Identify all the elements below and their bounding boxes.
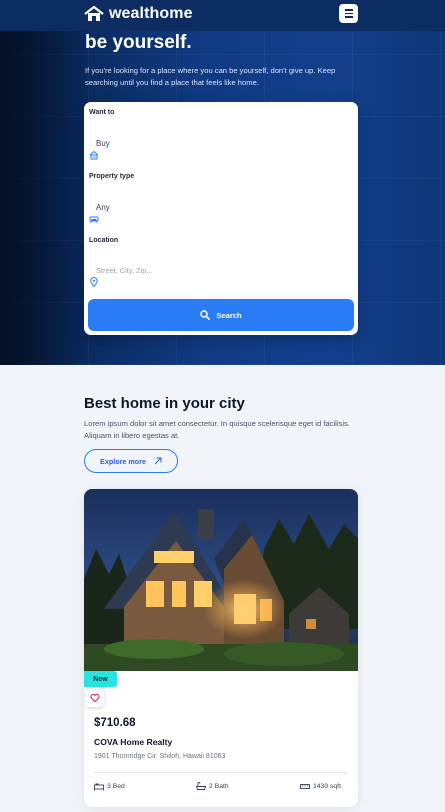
baths-stat: 2 Bath xyxy=(196,782,229,791)
ruler-icon xyxy=(300,784,310,789)
location-label: Location xyxy=(89,237,119,244)
section-title: Best home in your city xyxy=(84,395,245,412)
menu-bar xyxy=(344,16,353,18)
map-pin-icon xyxy=(90,277,98,287)
home-money-icon xyxy=(89,150,99,160)
section-description: Lorem ipsum dolor sit amet consectetur. … xyxy=(84,419,350,440)
sofa-icon xyxy=(89,216,99,223)
arrow-up-right-icon xyxy=(154,457,162,465)
want-to-select[interactable]: Buy xyxy=(96,139,110,148)
property-card[interactable]: New $710.68 COVA Home Realty 1901 Thornr… xyxy=(84,489,358,807)
house-logo-icon xyxy=(84,5,104,21)
listing-address: 1901 Thornridge Cir. Shiloh, Hawaii 8106… xyxy=(94,753,226,760)
favorite-button[interactable] xyxy=(85,688,104,707)
search-button-label: Search xyxy=(216,310,242,320)
bathtub-icon xyxy=(196,782,206,790)
bed-icon xyxy=(94,783,104,791)
explore-more-label: Explore more xyxy=(100,456,146,466)
area-stat: 1430 sqft xyxy=(300,782,341,791)
hamburger-menu-button[interactable] xyxy=(339,4,358,23)
house-photo xyxy=(84,489,358,671)
hero-title: be yourself. xyxy=(85,32,192,53)
hero-subtitle: If you're looking for a place where you … xyxy=(85,66,336,87)
card-divider xyxy=(94,772,348,773)
want-to-label: Want to xyxy=(89,109,115,116)
menu-bar xyxy=(344,9,353,11)
beds-stat: 3 Bed xyxy=(94,782,125,791)
property-type-select[interactable]: Any xyxy=(96,203,110,212)
property-type-label: Property type xyxy=(89,173,135,180)
brand-logo[interactable]: wealthome xyxy=(84,5,193,23)
property-search-form: Want to Buy Property type Any Location S… xyxy=(84,102,358,335)
heart-icon xyxy=(89,693,100,702)
baths-label: 2 Bath xyxy=(209,783,229,790)
listing-name[interactable]: COVA Home Realty xyxy=(94,737,172,747)
area-label: 1430 sqft xyxy=(313,783,341,790)
beds-label: 3 Bed xyxy=(107,783,125,790)
search-button[interactable]: Search xyxy=(88,299,354,331)
explore-more-button[interactable]: Explore more xyxy=(84,449,178,473)
brand-name: wealthome xyxy=(109,5,193,22)
hero-shade xyxy=(0,0,90,365)
listing-price: $710.68 xyxy=(94,717,136,729)
top-navbar: wealthome xyxy=(0,0,445,31)
menu-bar xyxy=(344,12,353,15)
new-badge: New xyxy=(84,671,117,687)
search-icon xyxy=(200,310,211,320)
location-input[interactable]: Street, City, Zip... xyxy=(96,266,153,275)
